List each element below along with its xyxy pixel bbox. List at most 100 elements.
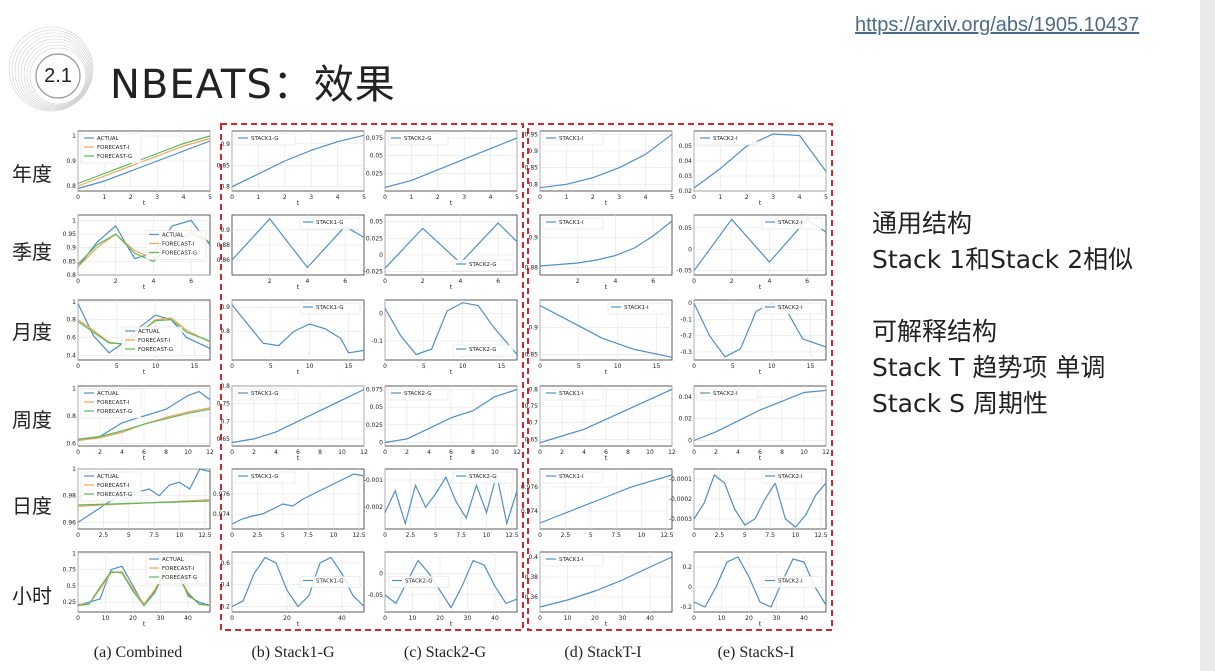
x-tick-label: 20 — [283, 615, 291, 622]
legend-label: STACK1-G — [251, 474, 278, 480]
y-tick-label: 0.75 — [217, 401, 231, 408]
x-tick-label: 0 — [383, 363, 387, 370]
x-tick-label: 40 — [338, 615, 346, 622]
y-tick-label: 0 — [688, 246, 692, 253]
y-tick-label: 0.25 — [63, 599, 77, 606]
y-tick-label: -0.002 — [364, 504, 384, 511]
x-tick-label: 12 — [360, 449, 368, 456]
legend-label: STACK1-G — [316, 305, 343, 311]
y-tick-label: 0.025 — [366, 422, 383, 429]
x-tick-label: 4 — [336, 194, 340, 201]
x-axis-label: t — [297, 284, 300, 291]
x-tick-label: 5 — [589, 532, 593, 539]
x-tick-label: 30 — [773, 615, 781, 622]
x-tick-label: 8 — [318, 449, 322, 456]
y-tick-label: 0.2 — [220, 604, 230, 611]
x-tick-label: 4 — [798, 194, 802, 201]
x-tick-label: 10 — [638, 532, 646, 539]
x-tick-label: 5 — [670, 194, 674, 201]
x-tick-label: 4 — [768, 278, 772, 285]
x-tick-label: 0 — [538, 194, 542, 201]
y-tick-label: 0 — [688, 438, 692, 445]
x-tick-label: 0 — [538, 615, 542, 622]
legend-label: STACK2-I — [713, 136, 738, 142]
x-tick-label: 1 — [718, 194, 722, 201]
legend-label: ACTUAL — [97, 391, 120, 397]
x-tick-label: 2 — [745, 194, 749, 201]
x-tick-label: 5 — [127, 532, 131, 539]
y-tick-label: 0.95 — [63, 231, 77, 238]
x-tick-label: 2 — [591, 194, 595, 201]
legend-label: STACK1-G — [316, 579, 343, 585]
legend: STACK1-I — [542, 471, 604, 484]
y-tick-label: 0.9 — [528, 324, 538, 331]
x-tick-label: 1 — [256, 194, 260, 201]
y-tick-label: 1 — [72, 386, 76, 393]
legend-label: STACK2-G — [469, 262, 496, 268]
paper-link[interactable]: https://arxiv.org/abs/1905.10437 — [855, 14, 1139, 37]
legend: ACTUAL FORECAST-I FORECAST-G — [80, 471, 142, 502]
note-line: Stack 1和Stack 2相似 — [872, 245, 1134, 274]
y-tick-label: 0.8 — [220, 383, 230, 390]
x-tick-label: 12.5 — [660, 532, 674, 539]
y-tick-label: 0.4 — [66, 353, 76, 360]
x-axis-label: t — [605, 200, 608, 207]
legend-label: FORECAST-I — [97, 483, 130, 489]
subplot-4-3: 0 2.5 5 7.5 10 12.5 0.974 0.976 STACK1-I — [521, 468, 674, 539]
notes-interpretable: 可解释结构 Stack T 趋势项 单调 Stack S 周期性 — [872, 314, 1105, 422]
y-tick-label: 0.85 — [217, 162, 231, 169]
x-tick-label: 10 — [564, 615, 572, 622]
y-tick-label: 0.976 — [213, 491, 230, 498]
caption-stack2-g: (c) Stack2-G — [403, 644, 487, 661]
x-tick-label: 4 — [274, 449, 278, 456]
x-tick-label: 12 — [822, 449, 830, 456]
x-tick-label: 2.5 — [99, 532, 109, 539]
legend-label: STACK2-G — [405, 579, 432, 585]
x-tick-label: 20 — [745, 615, 753, 622]
scrollbar-track[interactable] — [1200, 0, 1215, 671]
slide: https://arxiv.org/abs/1905.10437 2.1 NBE… — [0, 0, 1215, 671]
y-tick-label: 0.075 — [366, 387, 383, 394]
y-tick-label: -0.3 — [680, 349, 692, 356]
x-tick-label: 12.5 — [505, 532, 519, 539]
x-tick-label: 5 — [208, 194, 212, 201]
legend: STACK1-I — [542, 554, 604, 567]
y-tick-label: 0.6 — [220, 560, 230, 567]
y-tick-label: 0.7 — [528, 420, 538, 427]
x-tick-label: 20 — [129, 615, 137, 622]
y-tick-label: -0.0002 — [669, 496, 692, 503]
x-tick-label: 4 — [644, 194, 648, 201]
legend: STACK1-G — [299, 576, 361, 588]
legend: ACTUAL FORECAST-I FORECAST-G — [80, 388, 142, 419]
caption-stackt-i: (d) StackT-I — [564, 644, 642, 661]
x-tick-label: 10 — [306, 363, 314, 370]
x-tick-label: 15 — [807, 363, 815, 370]
legend: STACK2-I — [761, 576, 823, 588]
y-tick-label: 0 — [688, 584, 692, 591]
x-tick-label: 10 — [184, 449, 192, 456]
x-axis-label: t — [605, 455, 608, 462]
y-tick-label: 0.65 — [217, 436, 231, 443]
legend: ACTUAL FORECAST-I FORECAST-G — [80, 133, 142, 164]
x-tick-label: 5 — [577, 363, 581, 370]
legend-label: ACTUAL — [97, 474, 120, 480]
x-tick-label: 7.5 — [149, 532, 159, 539]
x-tick-label: 12 — [668, 449, 676, 456]
x-tick-label: 4 — [182, 194, 186, 201]
legend-label: STACK1-I — [559, 136, 584, 142]
x-tick-label: 10 — [338, 449, 346, 456]
x-tick-label: 6 — [343, 278, 347, 285]
y-tick-label: 0.5 — [66, 583, 76, 590]
legend-label: FORECAST-I — [97, 400, 130, 406]
legend: STACK2-G — [452, 259, 514, 272]
y-tick-label: 0.36 — [525, 594, 539, 601]
x-tick-label: 10 — [792, 532, 800, 539]
y-tick-label: 0.65 — [525, 436, 539, 443]
x-axis-label: t — [143, 284, 146, 291]
legend: ACTUAL FORECAST-I FORECAST-G — [145, 554, 207, 585]
legend: STACK1-I — [542, 217, 604, 230]
subplot-5-3: 0 10 20 30 40 0.36 0.38 0.4 t STACK1-I — [525, 551, 673, 628]
x-tick-label: 4 — [152, 278, 156, 285]
subplot-1-0: 0 2 4 6 0.8 0.85 0.9 0.95 1 t ACTUAL FORECAST-I FORE… — [63, 214, 211, 291]
subplot-5-1: 0 20 40 0.2 0.4 0.6 t STACK1-G — [220, 551, 365, 628]
